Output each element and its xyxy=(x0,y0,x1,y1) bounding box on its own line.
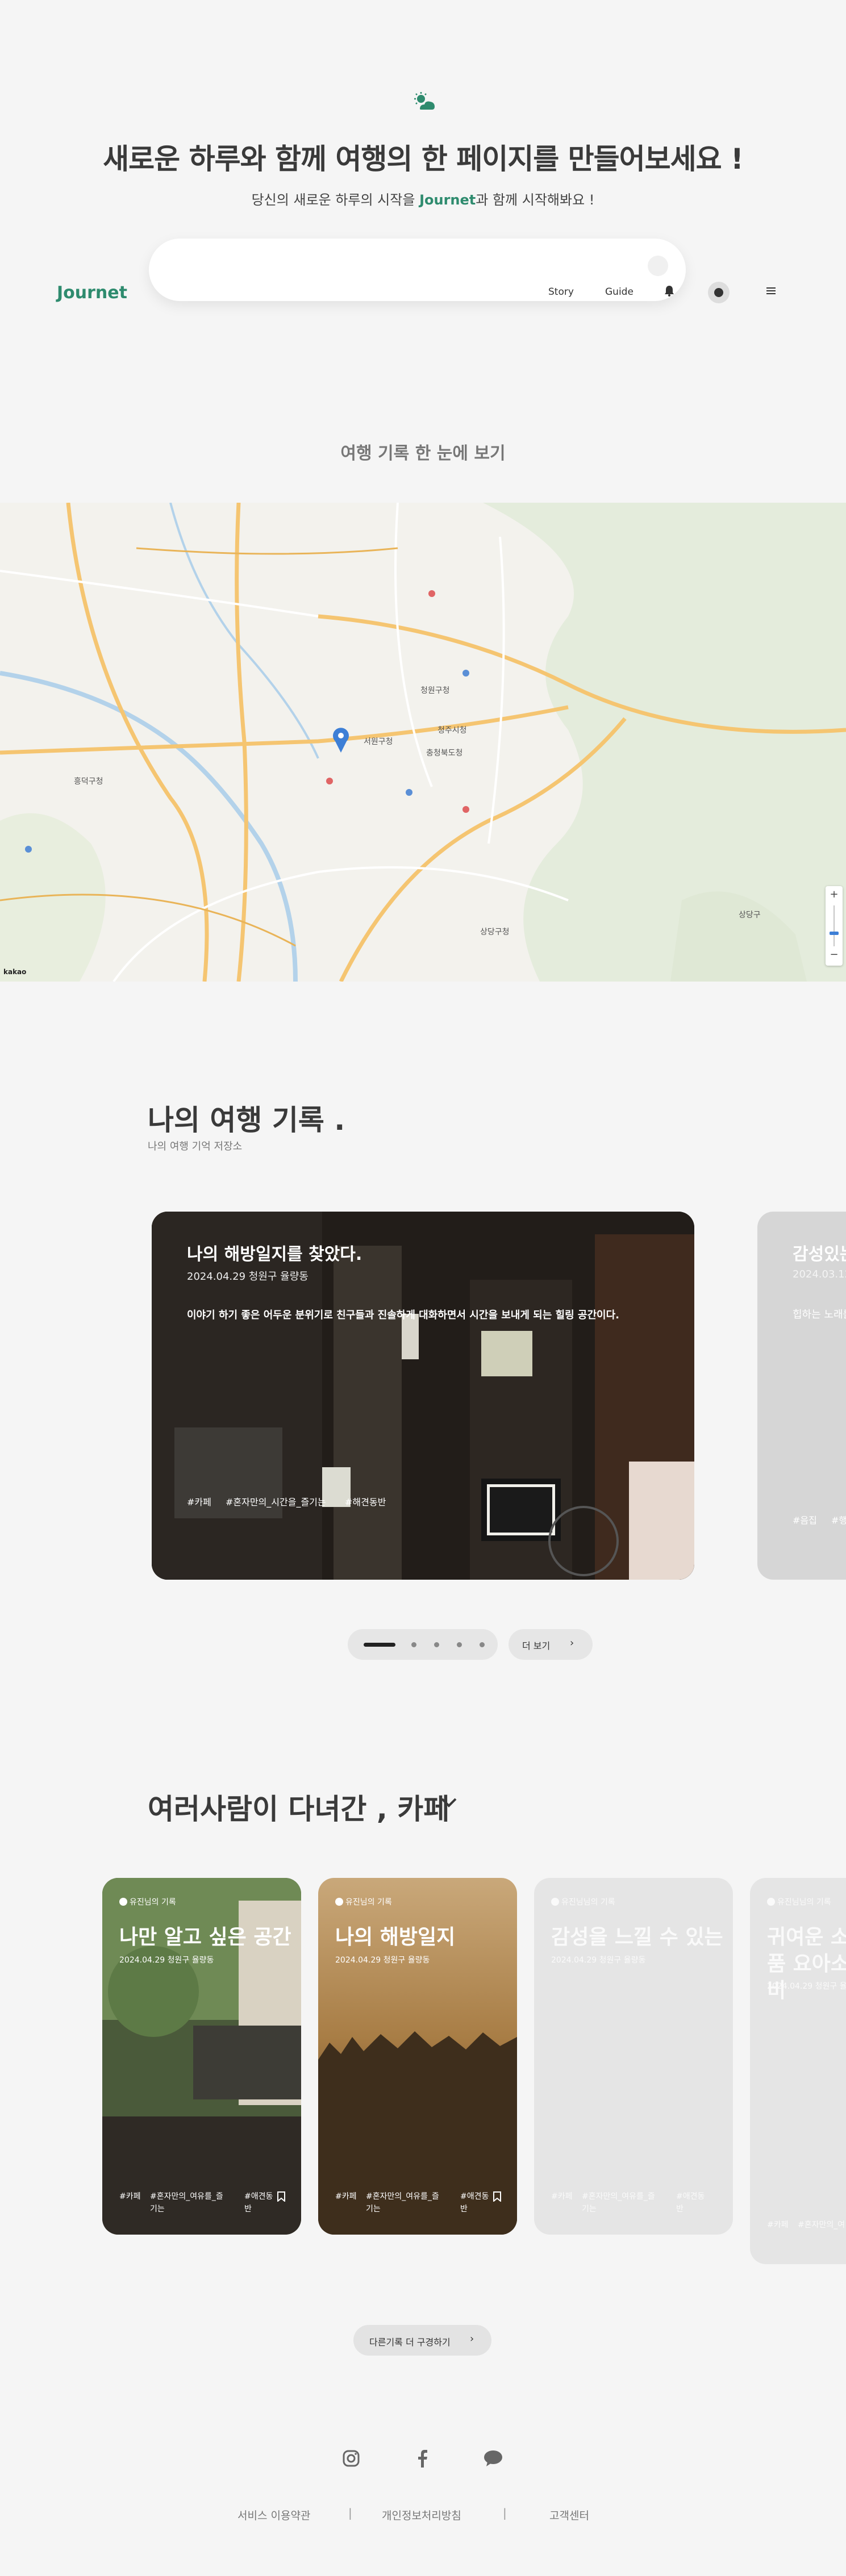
map-label: 서원구청 xyxy=(364,737,393,746)
cafe-card-badge: 유진님의 기록 xyxy=(119,1896,176,1907)
cafe-card-tag: #혼자만의_여유를_즐기는 xyxy=(366,2192,439,2214)
zoom-out-button[interactable]: − xyxy=(826,949,843,961)
map-label: 청원구청 xyxy=(420,686,450,695)
record-card-tag: #행 xyxy=(831,1515,846,1526)
cafe-card-tag: #혼자만의_여유를_즐기는 xyxy=(582,2192,655,2214)
explore-more-label: 다른기록 더 구경하기 xyxy=(369,2337,451,2348)
cafe-card[interactable]: 유진님님의 기록 감성을 느낄 수 있는 2024.04.29 청원구 율량동 … xyxy=(534,1878,733,2235)
weather-icon xyxy=(414,92,435,110)
map-label: 상당구 xyxy=(739,911,761,920)
profile-icon[interactable] xyxy=(708,282,730,303)
record-card[interactable]: 나의 해방일지를 찾았다. 2024.04.29 청원구 율량동 이야기 하기 … xyxy=(152,1212,694,1580)
hero-subtitle: 당신의 새로운 하루의 시작을 Journet과 함께 시작해봐요 ! xyxy=(251,192,595,208)
cafe-card-date: 2024.04.29 청원구 율량동 xyxy=(335,1956,430,1965)
explore-more-button[interactable]: 다른기록 더 구경하기 › xyxy=(353,2325,491,2356)
chevron-right-icon: › xyxy=(570,1637,574,1649)
footer-terms-link[interactable]: 서비스 이용약관 xyxy=(237,2507,310,2523)
header: Journet Story Guide xyxy=(0,273,846,312)
pagination-dot-active[interactable] xyxy=(364,1643,395,1647)
cafe-card[interactable]: 유진님의 기록 나만 알고 싶은 공간 2024.04.29 청원구 율량동 #… xyxy=(102,1878,301,2235)
cafe-card-tag: #애견동반 xyxy=(676,2192,705,2214)
footer-separator: | xyxy=(503,2506,507,2520)
record-card[interactable]: 감성있는 2024.03.12 힙하는 노래를 들으며 #음집 #행 xyxy=(757,1212,846,1580)
bell-icon[interactable] xyxy=(662,284,676,298)
cafe-card-title: 나만 알고 싶은 공간 xyxy=(119,1926,291,1949)
hero-brand: Journet xyxy=(419,192,476,208)
cafe-section-title: 여러사람이 다녀간 , 카페 xyxy=(148,1793,450,1826)
cafe-card-tag: #카페 xyxy=(767,2220,789,2230)
footer-support-link[interactable]: 고객센터 xyxy=(549,2507,589,2523)
hero-title: 새로운 하루와 함께 여행의 한 페이지를 만들어보세요 ! xyxy=(103,143,744,176)
menu-icon[interactable] xyxy=(764,284,778,298)
footer-privacy-link[interactable]: 개인정보처리방침 xyxy=(382,2507,461,2523)
chevron-down-icon[interactable] xyxy=(439,1792,459,1813)
zoom-handle[interactable] xyxy=(830,932,839,935)
cafe-card-tag: #카페 xyxy=(119,2192,141,2201)
more-button-label: 더 보기 xyxy=(522,1640,551,1651)
record-card-title: 나의 해방일지를 찾았다. xyxy=(187,1245,362,1264)
record-card-desc: 힙하는 노래를 들으며 xyxy=(793,1309,846,1321)
logo[interactable]: Journet xyxy=(57,283,127,303)
cafe-card-badge: 유진님님의 기록 xyxy=(551,1896,615,1907)
zoom-track[interactable] xyxy=(834,905,835,946)
more-button[interactable]: 더 보기 › xyxy=(509,1629,593,1660)
records-subtitle: 나의 여행 기억 저장소 xyxy=(148,1141,243,1153)
cafe-card[interactable]: 유진님님의 기록 귀여운 소품 요아소비 2024.04.29 청원구 율량동 … xyxy=(750,1878,846,2264)
cafe-card-badge: 유진님님의 기록 xyxy=(767,1896,831,1907)
cafe-card-date: 2024.04.29 청원구 율량동 xyxy=(767,1982,846,1991)
cafe-card-tag: #카페 xyxy=(551,2192,573,2201)
nav-guide[interactable]: Guide xyxy=(605,286,634,298)
bookmark-icon[interactable] xyxy=(493,2191,501,2202)
cafe-card-tag: #혼자만의_여유를_즐기는 xyxy=(150,2192,223,2214)
pagination-dot[interactable] xyxy=(411,1642,416,1647)
pagination-dot[interactable] xyxy=(434,1642,439,1647)
record-card-desc: 이야기 하기 좋은 어두운 분위기로 친구들과 진솔하게 대화하면서 시간을 보… xyxy=(187,1309,619,1321)
instagram-icon[interactable] xyxy=(341,2448,361,2469)
map[interactable]: 청주시청 충청북도청 서원구청 청원구청 흥덕구청 상당구청 상당구 xyxy=(0,503,846,982)
footer-separator: | xyxy=(348,2506,352,2520)
cafe-card-tag: #애견동반 xyxy=(244,2192,273,2214)
cafe-card-title: 귀여운 소품 요아소비 xyxy=(767,1926,846,2002)
cafe-card-title: 나의 해방일지 xyxy=(335,1926,456,1949)
record-card-tag: #음집 xyxy=(793,1515,817,1526)
cafe-card-tag: #카페 xyxy=(335,2192,357,2201)
record-card-tag: #해견동반 xyxy=(345,1497,386,1508)
map-zoom-control[interactable]: + − xyxy=(826,886,843,966)
zoom-in-button[interactable]: + xyxy=(826,888,843,900)
map-label: 흥덕구청 xyxy=(74,777,103,786)
bookmark-icon[interactable] xyxy=(277,2191,285,2202)
cafe-card-date: 2024.04.29 청원구 율량동 xyxy=(119,1956,214,1965)
pagination-dot[interactable] xyxy=(480,1642,485,1647)
carousel-pagination[interactable] xyxy=(348,1629,498,1660)
cafe-card[interactable]: 유진님의 기록 나의 해방일지 2024.04.29 청원구 율량동 #카페 #… xyxy=(318,1878,517,2235)
nav-story[interactable]: Story xyxy=(548,286,574,298)
card-photo xyxy=(152,1212,694,1580)
map-section-title: 여행 기록 한 눈에 보기 xyxy=(340,444,506,464)
facebook-icon[interactable] xyxy=(412,2448,433,2469)
chat-icon[interactable] xyxy=(483,2448,503,2469)
cafe-card-badge: 유진님의 기록 xyxy=(335,1896,392,1907)
record-card-tag: #혼자만의_시간을_즐기는 xyxy=(226,1497,326,1508)
record-card-title: 감성있는 xyxy=(793,1245,846,1264)
record-card-tag: #카페 xyxy=(187,1497,211,1508)
pagination-dot[interactable] xyxy=(457,1642,462,1647)
chevron-right-icon: › xyxy=(470,2333,474,2345)
map-label: 충청북도청 xyxy=(426,749,462,758)
cafe-card-title: 감성을 느낄 수 있는 xyxy=(551,1926,723,1949)
map-label: 상당구청 xyxy=(480,928,510,937)
map-canvas: 청주시청 충청북도청 서원구청 청원구청 흥덕구청 상당구청 상당구 xyxy=(0,503,846,982)
records-title: 나의 여행 기록 . xyxy=(148,1104,345,1137)
cafe-card-date: 2024.04.29 청원구 율량동 xyxy=(551,1956,646,1965)
record-card-date: 2024.04.29 청원구 율량동 xyxy=(187,1271,309,1283)
cafe-card-tag: #혼자만의_여 xyxy=(798,2220,845,2230)
cafe-card-tag: #애견동반 xyxy=(460,2192,489,2214)
map-label: 청주시청 xyxy=(437,726,467,735)
map-attribution: kakao xyxy=(3,968,27,976)
record-card-date: 2024.03.12 xyxy=(793,1268,846,1280)
